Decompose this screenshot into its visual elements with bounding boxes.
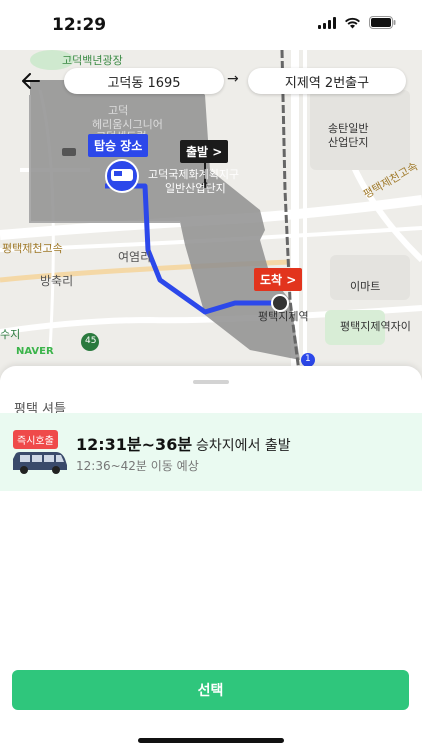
map-label-park: 고덕백년광장 [62,54,123,67]
status-icons [318,16,396,29]
back-button[interactable] [18,70,44,92]
status-bar: 12:29 [0,0,422,50]
departure-time-suffix: 승차지에서 출발 [196,438,291,454]
destination-field[interactable]: 지제역 2번출구 [248,68,406,94]
van-icon [13,452,67,474]
route-arrow-icon: → [227,71,239,87]
route-map[interactable]: 고덕백년광장 고덕 헤리움시그니어 고덕센트럴 송탄일반 산업단지 고덕국제화계… [0,50,422,380]
arrival-tag[interactable]: 도착 > [254,268,303,291]
map-label-industrial-plan2: 일반산업단지 [165,182,226,195]
select-button[interactable]: 선택 [12,670,409,710]
instant-call-badge: 즉시호출 [13,430,58,449]
sheet-grabber[interactable] [193,380,229,384]
shuttle-option[interactable]: 즉시호출 12:31분~36분 승차지에서 출발 12:36~42분 이동 예상 [0,413,422,491]
travel-estimate: 12:36~42분 이동 예상 [76,459,199,473]
battery-icon [369,16,396,29]
wifi-icon [345,17,360,28]
map-label-route-num2: 1 [305,354,311,364]
origin-field[interactable]: 고덕동 1695 [64,68,224,94]
departure-time: 12:31분~36분 승차지에서 출발 [76,431,291,455]
map-label-left-edge: 수지 [0,328,21,341]
map-label-industrial2: 산업단지 [328,136,369,149]
map-label-emart: 이마트 [350,280,381,293]
naver-logo: NAVER [16,346,54,357]
map-label-yeoyeom: 여염리 [118,250,152,264]
home-indicator [138,738,284,743]
status-time: 12:29 [52,15,107,35]
signal-icon [318,16,336,29]
map-label-station: 평택지제역 [258,310,309,323]
departure-time-range: 12:31분~36분 [76,435,193,454]
departure-tag[interactable]: 출발 > [180,140,229,163]
map-label-bangchuk: 방축리 [40,274,74,288]
map-label-route-num: 45 [85,336,97,346]
route-header: 고덕동 1695 → 지제역 2번출구 [0,68,422,94]
map-label-highway: 평택제천고속 [2,242,63,255]
map-label-station-sub: 평택지제역자이 [340,320,411,333]
back-arrow-icon [22,73,40,89]
pickup-tag[interactable]: 탑승 장소 [88,134,149,157]
